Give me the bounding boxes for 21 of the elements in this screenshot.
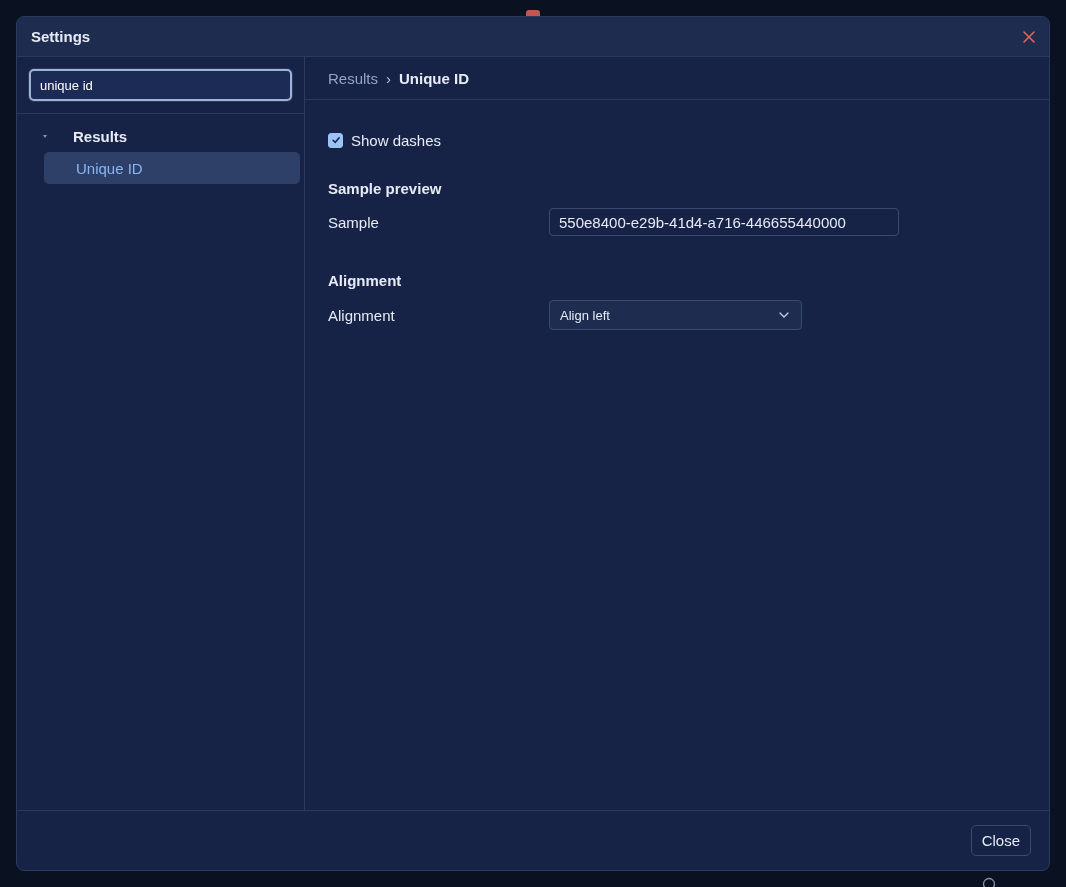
checkbox[interactable] [328, 132, 343, 148]
chevron-down-icon [779, 312, 789, 318]
breadcrumb-separator: › [386, 69, 392, 87]
alignment-dropdown[interactable]: Align left [549, 300, 802, 330]
checkmark-icon [330, 135, 341, 145]
dialog-title: Settings [31, 28, 91, 45]
tree-item[interactable]: Unique ID [44, 152, 300, 184]
caret-icon[interactable] [43, 134, 47, 138]
sample-field[interactable]: 550e8400-e29b-41d4-a716-446655440000 [549, 208, 899, 236]
close-button[interactable]: Close [970, 825, 1031, 856]
breadcrumb-link[interactable]: Results [328, 69, 379, 87]
tree-item[interactable]: Results [69, 125, 132, 147]
section-heading: Sample preview [328, 180, 443, 199]
checkbox-label: Show dashes [351, 131, 442, 149]
field-label: Sample [328, 213, 380, 231]
section-heading: Alignment [328, 272, 403, 291]
search-field[interactable]: unique id [29, 69, 292, 101]
search-icon[interactable] [982, 877, 996, 887]
field-label: Alignment [328, 306, 396, 324]
close-icon[interactable] [1023, 30, 1035, 43]
breadcrumb-current: Unique ID [399, 69, 470, 87]
